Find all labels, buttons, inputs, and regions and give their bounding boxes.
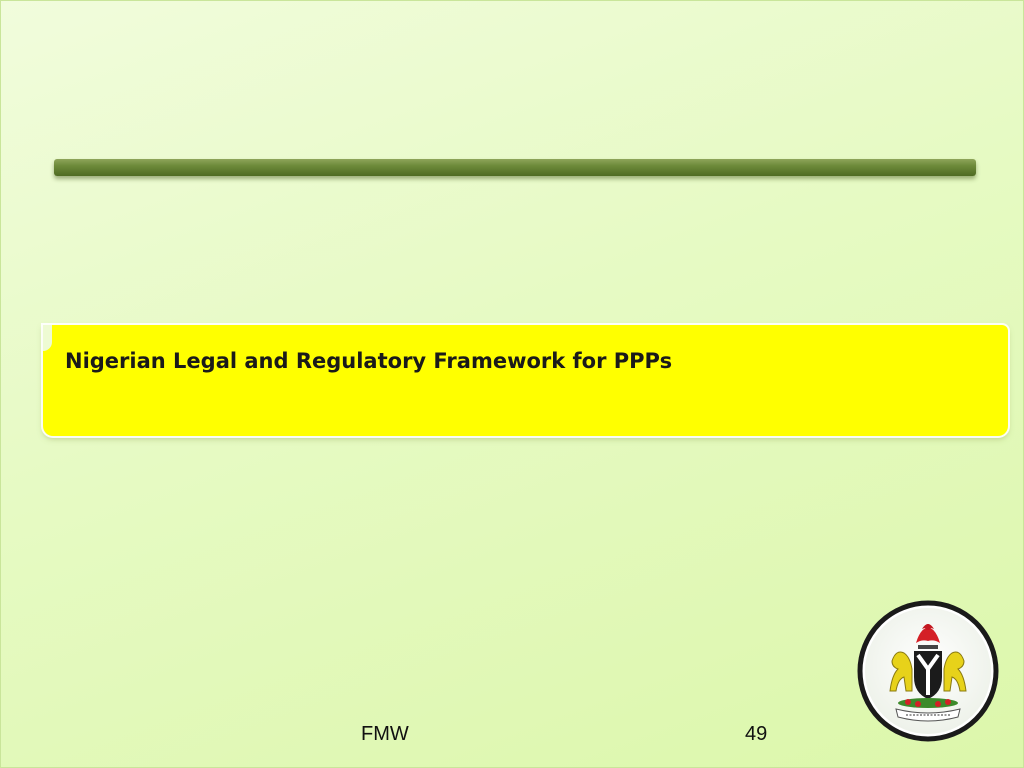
- page-number: 49: [745, 723, 768, 745]
- coat-of-arms-icon: [857, 600, 999, 742]
- title-box: Nigerian Legal and Regulatory Framework …: [43, 325, 1008, 436]
- slide: Nigerian Legal and Regulatory Framework …: [0, 0, 1024, 768]
- slide-title: Nigerian Legal and Regulatory Framework …: [65, 349, 673, 373]
- divider-bar: [54, 159, 976, 176]
- footer-text: FMW: [361, 723, 409, 745]
